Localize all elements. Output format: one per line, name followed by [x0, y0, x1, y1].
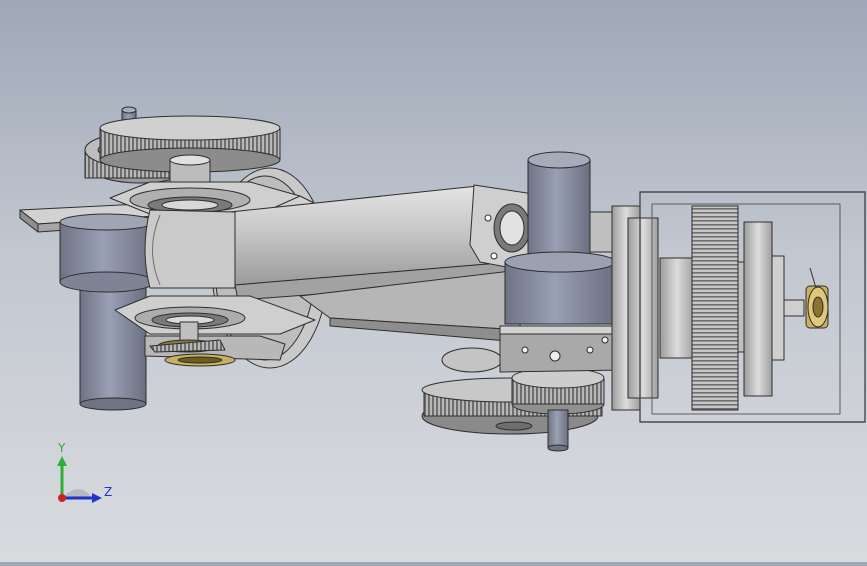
motor-mount-plate: [499, 325, 626, 373]
cad-viewport[interactable]: Y Z: [0, 0, 867, 562]
y-axis-label: Y: [58, 441, 66, 455]
axis-triad: Y Z: [40, 440, 120, 520]
brass-encoder: [805, 267, 829, 329]
z-axis-arrow: [92, 493, 102, 503]
z-axis-label: Z: [104, 485, 113, 499]
axis-triad-graphic: [57, 456, 102, 503]
x-axis-dot: [58, 494, 66, 502]
y-axis-arrow: [57, 456, 67, 466]
model-render: [19, 106, 866, 452]
